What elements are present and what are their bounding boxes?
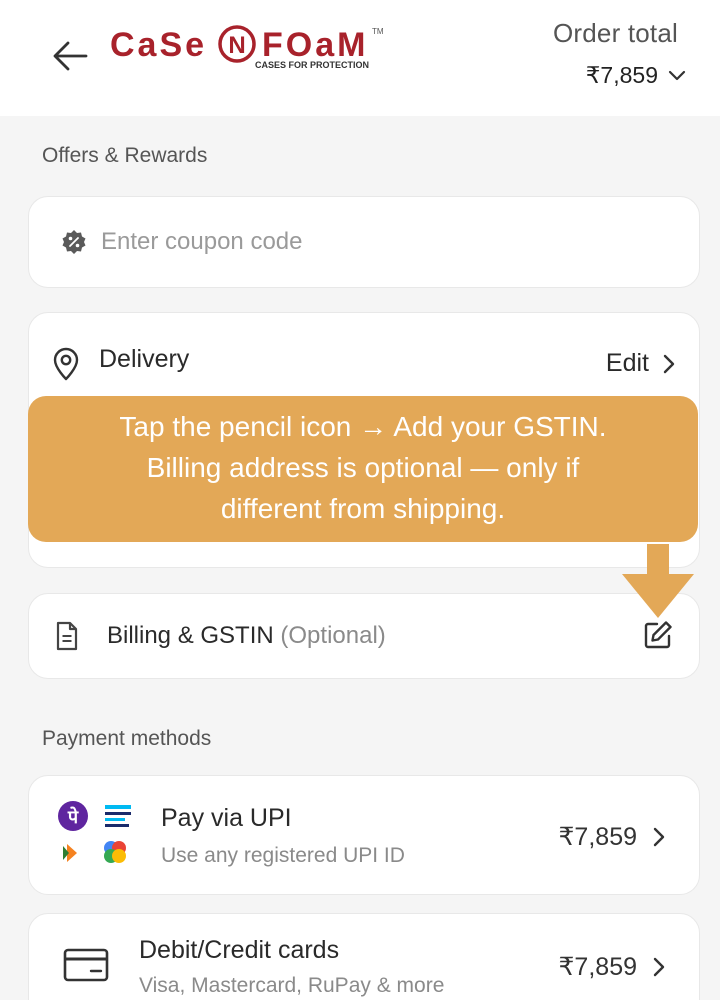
chevron-right-icon (653, 827, 665, 847)
delivery-edit-button[interactable]: Edit (606, 349, 675, 378)
chevron-down-icon (668, 70, 686, 80)
payment-section-label: Payment methods (42, 727, 212, 750)
pay-via-upi-option[interactable]: पे Pay via UPI Use any registered UPI ID… (28, 775, 700, 895)
chevron-right-icon (663, 354, 675, 373)
cards-title: Debit/Credit cards (139, 936, 340, 964)
cards-subtitle: Visa, Mastercard, RuPay & more (139, 974, 445, 997)
back-button[interactable] (50, 38, 92, 74)
svg-text:CASES FOR PROTECTION: CASES FOR PROTECTION (255, 60, 369, 70)
order-total-amount: ₹7,859 (585, 62, 658, 88)
order-total-toggle[interactable]: ₹7,859 (586, 62, 686, 89)
banner-line-2: Billing address is optional — only if (146, 452, 580, 483)
billing-title-text: Billing & GSTIN (107, 622, 274, 649)
delivery-title: Delivery (99, 345, 190, 373)
chevron-right-icon (653, 957, 665, 977)
upi-subtitle: Use any registered UPI ID (161, 844, 405, 867)
billing-gstin-card[interactable]: Billing & GSTIN (Optional) (28, 593, 700, 679)
banner-line-3: different from shipping. (220, 493, 506, 524)
upi-title: Pay via UPI (161, 804, 292, 832)
location-pin-icon (53, 347, 79, 381)
svg-text:CaSe: CaSe (110, 26, 207, 64)
svg-text:TM: TM (372, 27, 384, 36)
cards-amount-text: ₹7,859 (558, 953, 637, 981)
down-arrow-pointer-icon (622, 544, 694, 618)
billing-title: Billing & GSTIN (Optional) (107, 622, 386, 650)
coupon-input[interactable] (101, 219, 661, 265)
instruction-banner: Tap the pencil icon → Add your GSTIN. Bi… (28, 396, 698, 542)
svg-text:N: N (228, 32, 245, 59)
debit-credit-cards-option[interactable]: Debit/Credit cards Visa, Mastercard, RuP… (28, 913, 700, 1000)
cards-amount: ₹7,859 (559, 952, 665, 982)
back-arrow-icon (53, 41, 88, 71)
delivery-edit-label: Edit (605, 349, 649, 377)
svg-text:FOaM: FOaM (262, 26, 368, 64)
billing-optional-label: (Optional) (280, 622, 386, 649)
credit-card-icon (63, 948, 109, 982)
upi-amount: ₹7,859 (559, 822, 665, 852)
coupon-card (28, 196, 700, 288)
pencil-edit-icon[interactable] (643, 620, 673, 650)
upi-amount-text: ₹7,859 (558, 823, 637, 851)
discount-badge-icon (62, 230, 86, 254)
svg-text:पे: पे (67, 806, 79, 828)
order-total-label: Order total (552, 18, 678, 48)
banner-line-1: Tap the pencil icon → Add your GSTIN. (119, 411, 607, 442)
casenfoam-logo: CaSe N FOaM TM CASES FOR PROTECTION (110, 22, 392, 74)
offers-section-label: Offers & Rewards (42, 144, 208, 167)
header: CaSe N FOaM TM CASES FOR PROTECTION Orde… (0, 0, 720, 116)
document-icon (56, 621, 78, 651)
upi-apps-icon: पे (58, 801, 131, 863)
